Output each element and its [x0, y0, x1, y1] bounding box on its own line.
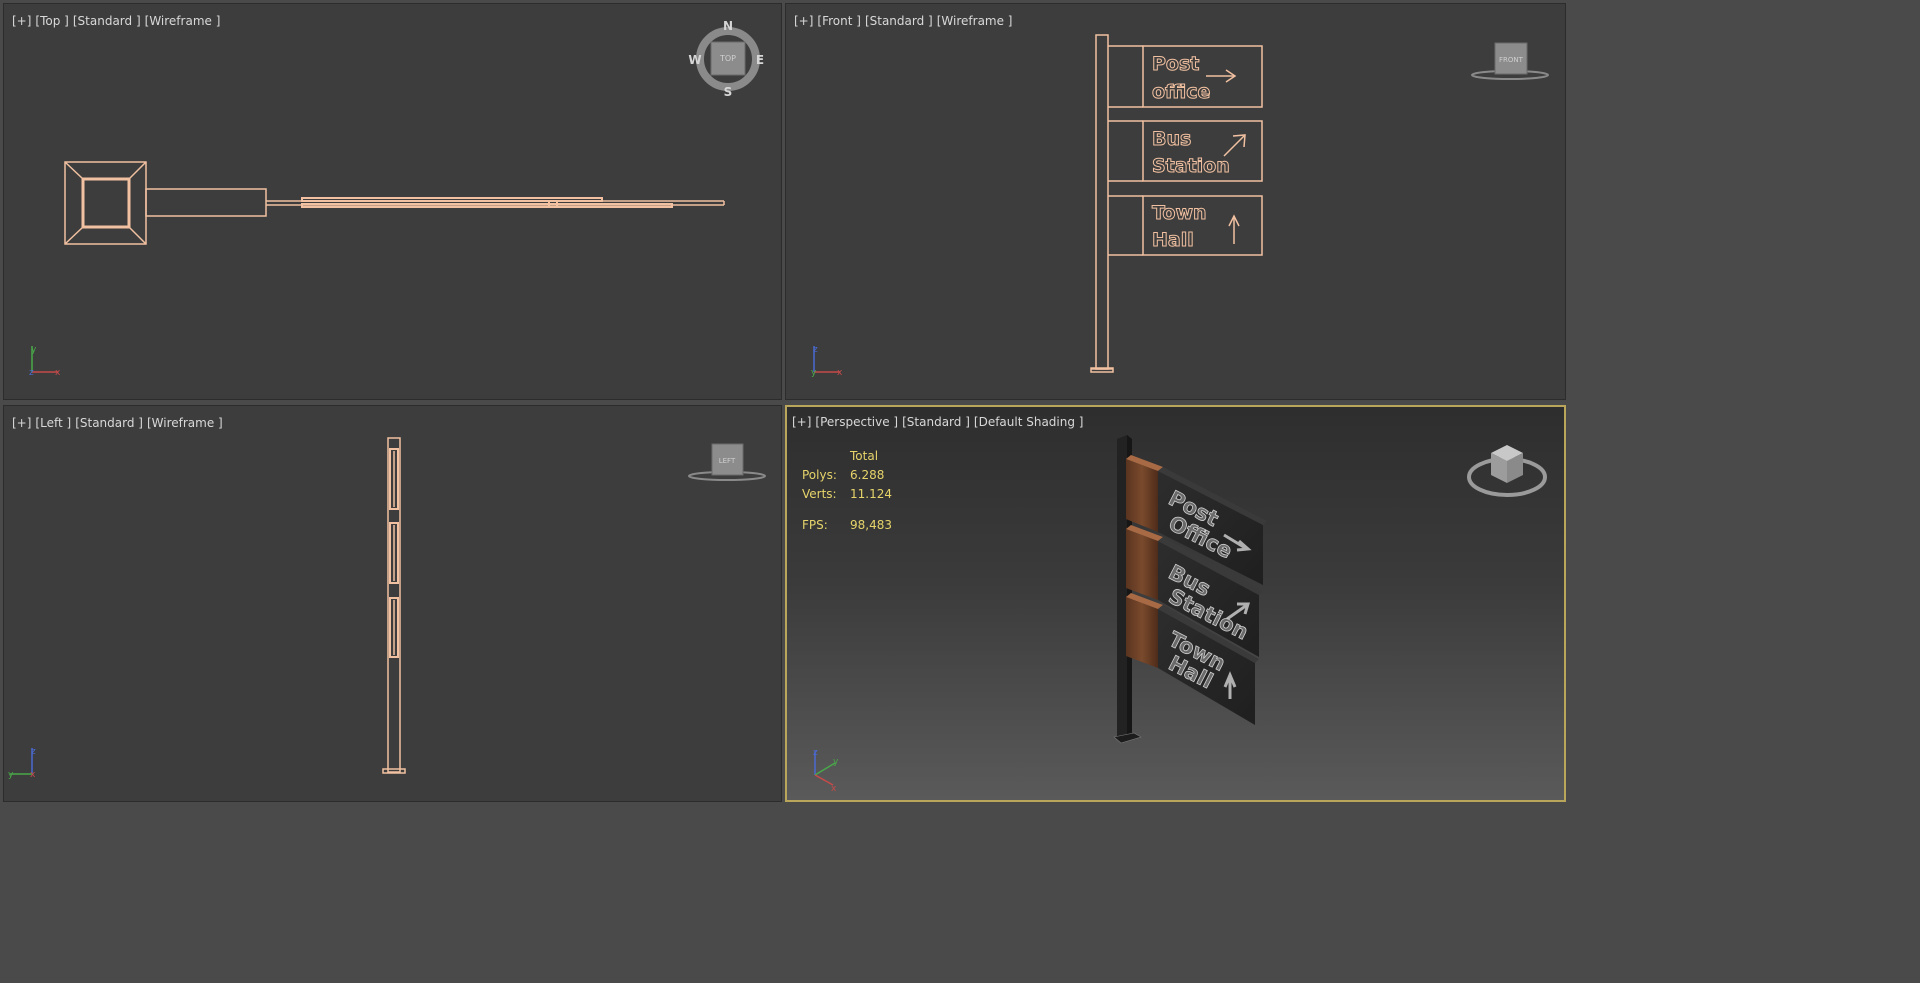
viewport-front[interactable]: [+] [Front ] [Standard ] [Wireframe ] Post … — [785, 3, 1566, 400]
svg-text:z: z — [813, 748, 818, 758]
compass-e-label: E — [756, 53, 764, 67]
viewcube-icon: LEFT — [688, 443, 766, 481]
front-sign-text: Hall — [1152, 229, 1194, 251]
compass-s-label: S — [724, 85, 733, 99]
compass-n-label: N — [723, 19, 733, 33]
axis-tripod-icon: y x z — [29, 345, 61, 378]
sign-model-top-wireframe — [64, 161, 725, 245]
svg-text:y: y — [31, 345, 37, 355]
svg-text:y: y — [8, 770, 14, 780]
front-sign-text: Bus — [1152, 128, 1191, 150]
sign-model-left-wireframe — [382, 437, 406, 774]
front-sign-text: office — [1152, 81, 1210, 103]
axis-tripod-icon: z y x — [8, 747, 36, 780]
axis-tripod-icon: z x y — [811, 345, 843, 378]
svg-text:z: z — [813, 345, 818, 355]
perspective-scene: Post Office Bus Station Town Hall z y x — [813, 435, 1547, 794]
svg-text:y: y — [833, 757, 839, 767]
svg-text:z: z — [29, 368, 34, 378]
viewcube-face-label: TOP — [719, 54, 736, 63]
axis-tripod-icon: z y x — [813, 748, 839, 794]
viewcube-icon: FRONT — [1471, 42, 1549, 80]
svg-text:x: x — [837, 368, 843, 378]
top-scene: TOP N S E W y x z — [29, 19, 764, 378]
front-sign-text: Station — [1152, 155, 1230, 177]
compass-w-label: W — [688, 53, 701, 67]
front-scene: Post office Bus Station Town Hall FRONT … — [811, 34, 1549, 378]
front-sign-text: Town — [1152, 202, 1207, 224]
viewcube-icon — [1467, 445, 1547, 497]
viewcube-face-label: FRONT — [1499, 56, 1524, 64]
viewport-perspective[interactable]: [+] [Perspective ] [Standard ] [Default Sha… — [785, 405, 1566, 802]
viewcube-face-label: LEFT — [719, 457, 736, 465]
svg-text:z: z — [31, 747, 36, 757]
svg-text:y: y — [811, 368, 817, 378]
viewcube-compass: TOP N S E W — [688, 19, 764, 99]
svg-text:x: x — [831, 784, 837, 794]
svg-text:x: x — [55, 368, 61, 378]
front-sign-text: Post — [1152, 53, 1199, 75]
viewport-top[interactable]: [+] [Top ] [Standard ] [Wireframe ] TOP N S… — [3, 3, 782, 400]
viewport-left[interactable]: [+] [Left ] [Standard ] [Wireframe ] LEFT z… — [3, 405, 782, 802]
sign-text-outlines: Post office Bus Station Town Hall — [1152, 53, 1231, 252]
svg-text:x: x — [30, 770, 36, 780]
left-scene: LEFT z y x — [8, 437, 766, 780]
